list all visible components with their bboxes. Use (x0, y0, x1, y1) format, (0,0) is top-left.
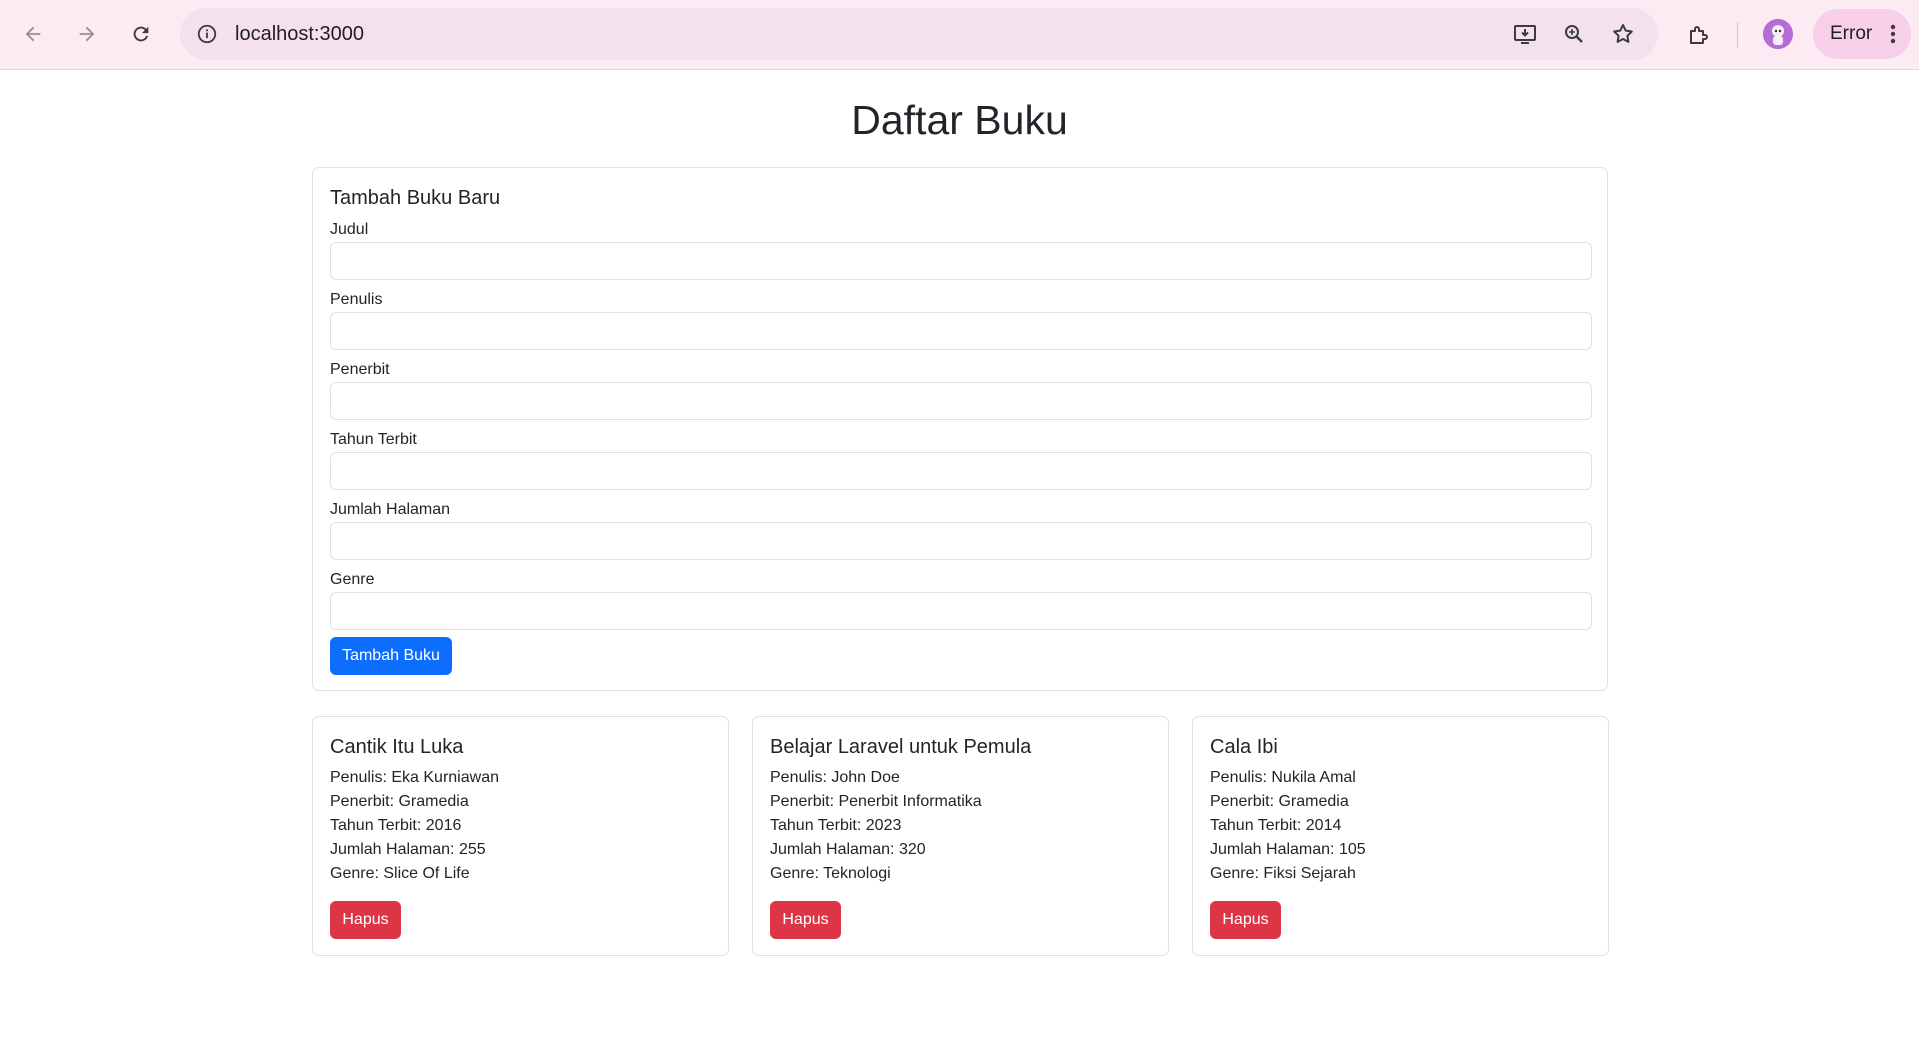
book-title: Cala Ibi (1210, 736, 1278, 758)
tambah-buku-button[interactable]: Tambah Buku (330, 637, 452, 675)
book-genre: Genre: Slice Of Life (330, 865, 470, 882)
star-icon[interactable] (1610, 21, 1636, 47)
profile-error-chip[interactable]: Error (1813, 9, 1911, 59)
profile-avatar[interactable] (1763, 19, 1793, 49)
forward-button[interactable] (70, 17, 104, 51)
book-genre: Genre: Teknologi (770, 865, 891, 882)
info-icon[interactable] (194, 21, 220, 47)
kebab-menu-icon[interactable] (1883, 23, 1903, 45)
book-year: Tahun Terbit: 2014 (1210, 817, 1342, 834)
jumlah-halaman-input[interactable] (330, 522, 1592, 560)
book-card: Belajar Laravel untuk Pemula Penulis: Jo… (752, 716, 1169, 956)
judul-label: Judul (330, 221, 369, 238)
book-author: Penulis: Nukila Amal (1210, 769, 1356, 786)
hapus-button[interactable]: Hapus (1210, 901, 1281, 939)
address-bar[interactable]: localhost:3000 (180, 8, 1658, 60)
error-label: Error (1830, 23, 1873, 44)
tahun-terbit-input[interactable] (330, 452, 1592, 490)
reload-button[interactable] (124, 17, 158, 51)
book-pages: Jumlah Halaman: 255 (330, 841, 486, 858)
book-author: Penulis: John Doe (770, 769, 900, 786)
book-year: Tahun Terbit: 2023 (770, 817, 902, 834)
back-button[interactable] (16, 17, 50, 51)
browser-toolbar: localhost:3000 Error (0, 0, 1919, 70)
url-text[interactable]: localhost:3000 (235, 8, 364, 60)
arrow-left-icon (25, 26, 41, 42)
penerbit-label: Penerbit (330, 361, 390, 378)
penulis-input[interactable] (330, 312, 1592, 350)
genre-label: Genre (330, 571, 375, 588)
book-title: Belajar Laravel untuk Pemula (770, 736, 1032, 758)
book-publisher: Penerbit: Gramedia (330, 793, 469, 810)
book-title: Cantik Itu Luka (330, 736, 464, 758)
arrow-right-icon (79, 26, 95, 42)
zoom-icon[interactable] (1561, 21, 1587, 47)
add-book-form-card: Tambah Buku Baru Judul Penulis Penerbit … (312, 167, 1608, 691)
jumlah-halaman-label: Jumlah Halaman (330, 501, 451, 518)
form-title: Tambah Buku Baru (330, 187, 501, 209)
puzzle-icon[interactable] (1682, 18, 1716, 52)
penerbit-input[interactable] (330, 382, 1592, 420)
tahun-terbit-label: Tahun Terbit (330, 431, 417, 448)
book-publisher: Penerbit: Gramedia (1210, 793, 1349, 810)
hapus-button[interactable]: Hapus (770, 901, 841, 939)
book-pages: Jumlah Halaman: 105 (1210, 841, 1366, 858)
book-pages: Jumlah Halaman: 320 (770, 841, 926, 858)
book-year: Tahun Terbit: 2016 (330, 817, 462, 834)
toolbar-divider (1737, 22, 1738, 48)
judul-input[interactable] (330, 242, 1592, 280)
install-app-icon[interactable] (1512, 21, 1538, 47)
book-card: Cantik Itu Luka Penulis: Eka Kurniawan P… (312, 716, 729, 956)
page-title: Daftar Buku (851, 97, 1068, 143)
book-genre: Genre: Fiksi Sejarah (1210, 865, 1356, 882)
reload-icon (133, 26, 149, 42)
book-author: Penulis: Eka Kurniawan (330, 769, 499, 786)
penulis-label: Penulis (330, 291, 383, 308)
book-publisher: Penerbit: Penerbit Informatika (770, 793, 982, 810)
genre-input[interactable] (330, 592, 1592, 630)
book-card: Cala Ibi Penulis: Nukila Amal Penerbit: … (1192, 716, 1609, 956)
hapus-button[interactable]: Hapus (330, 901, 401, 939)
